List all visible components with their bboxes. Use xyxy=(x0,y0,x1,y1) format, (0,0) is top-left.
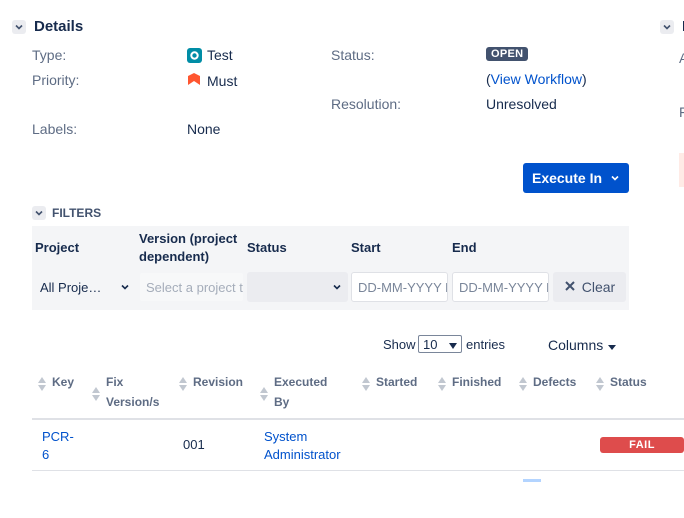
row-divider xyxy=(32,470,684,471)
right-panel-fragment-1: A xyxy=(679,50,684,66)
details-section-header[interactable]: Details xyxy=(12,18,83,35)
sort-icon xyxy=(519,376,527,392)
clear-label: Clear xyxy=(581,279,616,295)
column-header-finished[interactable]: Finished xyxy=(438,372,501,392)
filter-start-label: Start xyxy=(351,240,381,255)
priority-value: Must xyxy=(207,72,238,89)
chevron-down-icon xyxy=(610,170,620,186)
status-fail-badge: FAIL xyxy=(600,437,684,453)
sort-icon xyxy=(362,376,370,392)
priority-must-icon xyxy=(187,72,201,89)
column-header-status[interactable]: Status xyxy=(596,372,647,392)
labels-label: Labels: xyxy=(32,121,78,137)
column-header-executed-by-label: Executed By xyxy=(274,375,328,409)
caret-down-icon xyxy=(608,337,617,353)
end-date-placeholder: DD-MM-YYYY H xyxy=(459,279,549,295)
caret-down-icon xyxy=(449,337,457,352)
filters-toggle[interactable]: FILTERS xyxy=(32,206,101,220)
status-label: Status: xyxy=(331,47,375,63)
row-revision: 001 xyxy=(183,437,205,452)
type-field: Test xyxy=(187,47,233,63)
version-select-placeholder: Select a project t xyxy=(146,279,243,295)
execute-in-button[interactable]: Execute In xyxy=(523,163,629,193)
row-key-link[interactable]: PCR-6 xyxy=(42,428,78,464)
table-row xyxy=(32,420,684,470)
priority-field: Must xyxy=(187,72,237,89)
chevron-down-icon[interactable] xyxy=(660,19,674,34)
show-label: Show xyxy=(383,337,416,352)
column-header-key-label: Key xyxy=(52,375,75,389)
column-header-started[interactable]: Started xyxy=(362,372,417,392)
status-badge: OPEN xyxy=(486,47,529,61)
filter-version-label: Version (project dependent) xyxy=(139,231,238,264)
filter-project-label: Project xyxy=(35,240,80,255)
start-date-input[interactable]: DD-MM-YYYY H xyxy=(351,272,448,302)
priority-label: Priority: xyxy=(32,72,80,88)
sort-icon xyxy=(260,376,268,412)
type-value: Test xyxy=(207,47,233,63)
sort-icon xyxy=(38,376,46,392)
entries-select-value: 10 xyxy=(423,336,438,352)
end-date-input[interactable]: DD-MM-YYYY H xyxy=(452,272,549,302)
columns-toggle[interactable]: Columns xyxy=(548,337,617,353)
clear-filters-button[interactable]: Clear xyxy=(553,272,626,302)
column-header-defects-label: Defects xyxy=(533,375,577,389)
start-date-placeholder: DD-MM-YYYY H xyxy=(358,279,448,295)
right-panel-fragment-2: F xyxy=(679,104,684,120)
version-select[interactable]: Select a project t xyxy=(139,272,244,302)
type-label: Type: xyxy=(32,47,67,63)
column-header-revision-label: Revision xyxy=(193,375,244,389)
right-panel-highlight xyxy=(679,153,684,187)
entries-select[interactable]: 10 xyxy=(418,335,462,353)
column-header-status-label: Status xyxy=(610,375,647,389)
chevron-down-icon xyxy=(332,280,342,295)
filter-end-label: End xyxy=(452,240,477,255)
chevron-down-icon[interactable] xyxy=(32,206,46,220)
project-select[interactable]: All Proje… xyxy=(35,272,136,302)
row-executed-by-link[interactable]: System Administrator xyxy=(264,428,354,464)
execute-in-label: Execute In xyxy=(531,170,603,186)
status-select[interactable] xyxy=(247,272,348,302)
view-workflow-link[interactable]: View Workflow xyxy=(491,71,582,87)
column-header-fix-version-label: Fix Version/s xyxy=(106,375,160,409)
view-workflow-close-paren: ) xyxy=(581,71,587,87)
column-header-finished-label: Finished xyxy=(452,375,502,389)
chevron-down-icon xyxy=(120,280,130,295)
column-header-key[interactable]: Key xyxy=(38,372,74,392)
entries-label: entries xyxy=(466,337,506,352)
column-header-executed-by[interactable]: Executed By xyxy=(260,372,350,412)
filter-status-label: Status xyxy=(247,240,287,255)
column-header-started-label: Started xyxy=(376,375,418,389)
sort-icon xyxy=(92,376,100,412)
sort-icon xyxy=(596,376,604,392)
column-header-revision[interactable]: Revision xyxy=(179,372,243,392)
filters-heading: FILTERS xyxy=(52,206,102,220)
resolution-value: Unresolved xyxy=(486,96,557,112)
sort-icon xyxy=(179,376,187,392)
test-type-icon xyxy=(187,47,202,63)
sort-icon xyxy=(438,376,446,392)
right-panel-header[interactable]: P xyxy=(660,18,684,35)
labels-value: None xyxy=(187,121,221,137)
project-select-value: All Proje… xyxy=(40,279,102,295)
details-heading: Details xyxy=(34,18,84,35)
chevron-down-icon[interactable] xyxy=(12,19,26,34)
close-icon xyxy=(564,279,576,295)
column-header-defects[interactable]: Defects xyxy=(519,372,576,392)
column-header-fix-version[interactable]: Fix Version/s xyxy=(92,372,172,412)
resolution-label: Resolution: xyxy=(331,96,402,112)
view-workflow: (View Workflow) xyxy=(486,71,587,87)
columns-label: Columns xyxy=(548,337,604,353)
next-row-fragment xyxy=(523,479,541,482)
